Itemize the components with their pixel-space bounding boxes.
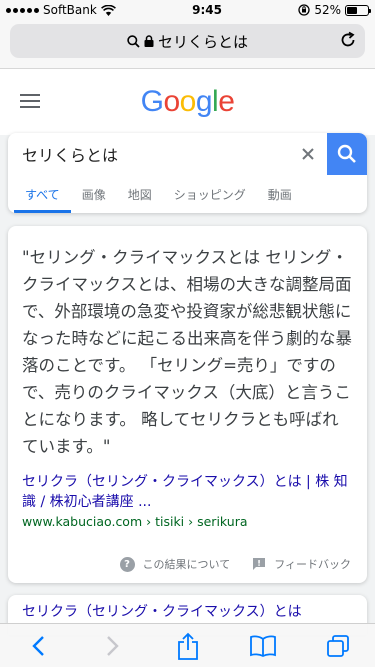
battery-icon [344, 4, 371, 16]
reload-icon[interactable] [339, 31, 357, 49]
back-button[interactable] [16, 624, 60, 667]
forward-button[interactable] [91, 624, 135, 667]
search-input[interactable]: セリくらとは [8, 142, 289, 166]
tab-videos[interactable]: 動画 [257, 175, 303, 213]
about-result-label: この結果について [142, 558, 231, 571]
result-url[interactable]: www.kabuciao.com › tisiki › serikura [22, 514, 353, 529]
menu-icon[interactable] [20, 94, 40, 112]
signal-icon [6, 7, 39, 13]
logo-letter: o [163, 85, 180, 118]
tab-maps[interactable]: 地図 [117, 175, 163, 213]
status-bar: SoftBank 9:45 52% [0, 0, 375, 20]
logo-letter: o [179, 85, 197, 118]
chevron-left-icon [31, 635, 44, 656]
second-result-title[interactable]: セリクラ（セリング・クライマックス）とは [22, 601, 353, 621]
about-result-button[interactable]: ? この結果について [119, 556, 231, 572]
tab-shopping[interactable]: ショッピング [163, 175, 257, 213]
book-icon [249, 635, 276, 657]
feedback-icon [253, 558, 266, 570]
feedback-button[interactable]: フィードバック [252, 556, 351, 572]
search-icon [337, 144, 356, 163]
chevron-right-icon [106, 635, 119, 656]
snippet-text: "セリング・クライマックスとは セリング・クライマックスとは、相場の大きな調整局… [22, 248, 352, 456]
wifi-icon [100, 4, 116, 16]
battery-fill [346, 6, 358, 14]
status-right: 52% [298, 3, 371, 17]
result-title-link[interactable]: セリクラ（セリング・クライマックス）とは | 株 知識 / 株初心者講座 ... [22, 472, 353, 512]
logo-letter: g [195, 85, 213, 118]
search-row: セリくらとは [8, 133, 367, 175]
lock-icon [144, 35, 154, 47]
search-tabs: すべて 画像 地図 ショッピング 動画 [8, 175, 367, 213]
browser-toolbar [0, 623, 375, 667]
search-card: セリくらとは すべて 画像 地図 ショッピング 動画 [8, 133, 367, 213]
battery-percent: 52% [314, 3, 341, 17]
clear-icon[interactable] [289, 133, 327, 175]
tab-all[interactable]: すべて [14, 175, 71, 213]
bookmarks-button[interactable] [241, 624, 285, 667]
carrier-label: SoftBank [43, 3, 97, 17]
google-logo[interactable]: Google [141, 85, 235, 119]
result-footer: ? この結果について フィードバック [8, 545, 367, 583]
logo-letter: G [140, 85, 164, 118]
help-icon: ? [119, 556, 135, 572]
tabs-button[interactable] [316, 624, 360, 667]
status-time: 9:45 [192, 3, 222, 17]
featured-snippet-card: "セリング・クライマックスとは セリング・クライマックスとは、相場の大きな調整局… [8, 226, 367, 583]
logo-letter: e [218, 85, 235, 118]
status-left: SoftBank [6, 3, 116, 17]
tab-images[interactable]: 画像 [71, 175, 117, 213]
google-header: Google [0, 69, 375, 135]
address-bar[interactable]: セリくらとは [10, 24, 365, 58]
search-icon [127, 34, 140, 48]
orientation-lock-icon [298, 4, 310, 16]
feedback-label: フィードバック [274, 558, 351, 571]
share-icon [177, 632, 198, 660]
address-text: セリくらとは [157, 32, 248, 51]
tabs-icon [326, 634, 349, 657]
search-button[interactable] [327, 133, 367, 175]
browser-address-area: セリくらとは [0, 20, 375, 69]
share-button[interactable] [166, 624, 210, 667]
